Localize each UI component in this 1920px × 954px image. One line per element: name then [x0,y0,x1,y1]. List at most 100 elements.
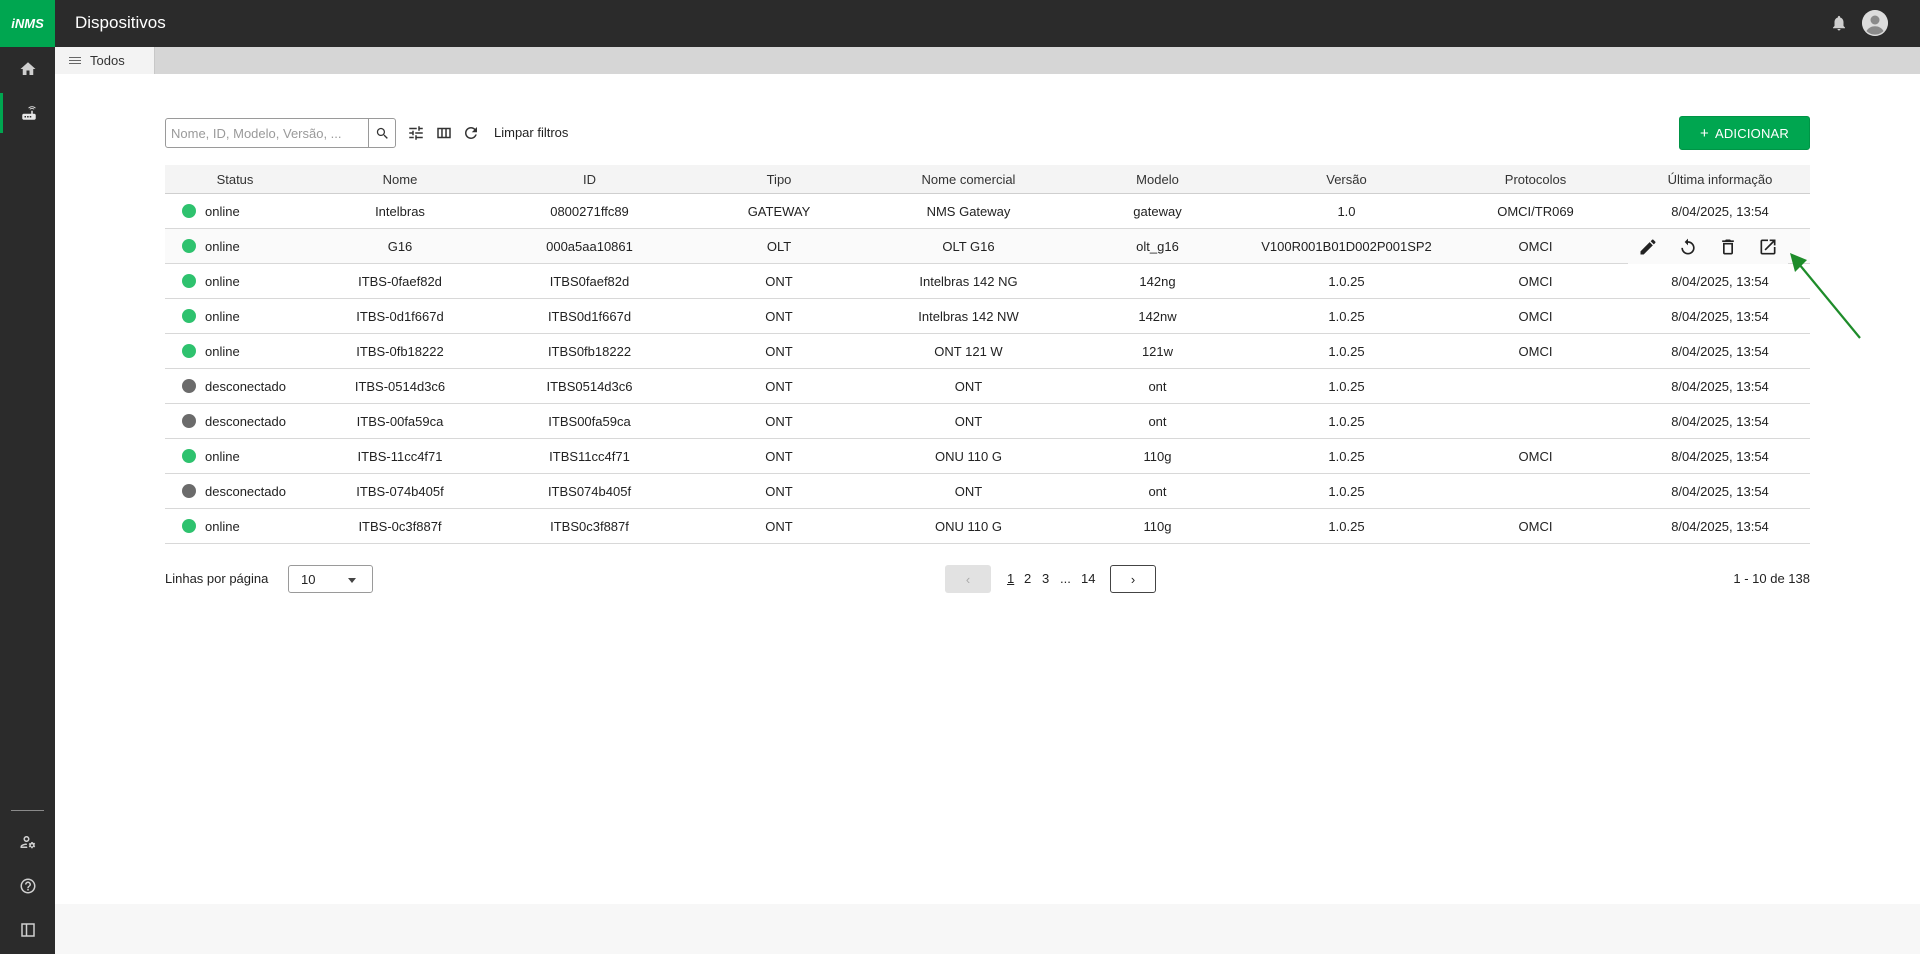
table-row[interactable]: online ITBS-0faef82d ITBS0faef82d ONT Intelb… [165,264,1810,299]
cell-ultima-informacao: 8/04/2025, 13:54 [1671,448,1769,464]
status-dot-icon [182,344,196,358]
home-icon [20,62,35,75]
cell-nome-comercial: Intelbras 142 NW [918,308,1019,324]
column-header-nome-comercial[interactable]: Nome comercial [874,165,1063,193]
add-device-button[interactable]: + ADICIONAR [1679,116,1810,150]
sidebar-item-collapse[interactable] [0,910,55,950]
cell-tipo: ONT [765,413,793,429]
column-header-status[interactable]: Status [165,165,305,193]
app-logo[interactable]: iNMS [0,0,55,47]
column-header-nome[interactable]: Nome [305,165,495,193]
cell-id: 000a5aa10861 [546,238,633,254]
column-header-tipo[interactable]: Tipo [684,165,874,193]
page-14[interactable]: 14 [1081,571,1095,586]
column-header-ultima-informacao[interactable]: Última informação [1630,165,1810,193]
cell-nome: ITBS-074b405f [356,483,444,499]
table-body: online Intelbras 0800271ffc89 GATEWAY NMS Ga… [165,194,1810,544]
table-row[interactable]: online ITBS-0c3f887f ITBS0c3f887f ONT ONU 11… [165,509,1810,544]
plus-icon: + [1700,124,1709,142]
previous-page-button[interactable]: ‹ [945,565,991,593]
status-text: online [205,273,240,289]
sidebar-item-home[interactable] [0,49,55,89]
user-avatar[interactable] [1862,10,1888,36]
refresh-icon [465,127,477,139]
cell-modelo: gateway [1133,203,1182,219]
status-text: online [205,308,240,324]
cell-id: 0800271ffc89 [550,203,629,219]
delete-button[interactable] [1717,236,1739,258]
cell-versao: 1.0 [1337,203,1356,219]
top-bar: Dispositivos [55,0,1920,47]
cell-tipo: GATEWAY [747,203,811,219]
devices-table: Status Nome ID Tipo Nome comercial Model… [165,165,1810,544]
status-dot-icon [182,484,196,498]
cell-nome: G16 [387,238,413,254]
clear-filters-link[interactable]: Limpar filtros [494,125,568,140]
cell-modelo: 142nw [1138,308,1177,324]
page-ellipsis: ... [1060,571,1071,586]
status-dot-icon [182,379,196,393]
restart-button[interactable] [1677,236,1699,258]
status-dot-icon [182,239,196,253]
cell-tipo: ONT [765,518,793,534]
page-1[interactable]: 1 [1007,571,1014,586]
cell-nome: Intelbras [375,203,425,219]
cell-nome-comercial: ONT [954,378,983,394]
table-row[interactable]: online ITBS-0fb18222 ITBS0fb18222 ONT ONT 12… [165,334,1810,369]
cell-versao: 1.0.25 [1328,483,1365,499]
table-row[interactable]: online G16 000a5aa10861 OLT OLT G16 olt_g16 V1… [165,229,1810,264]
table-row[interactable]: desconectado ITBS-0514d3c6 ITBS0514d3c6 ONT… [165,369,1810,404]
search-icon [376,127,388,139]
table-row[interactable]: online ITBS-0d1f667d ITBS0d1f667d ONT Intelb… [165,299,1810,334]
next-page-button[interactable]: › [1110,565,1156,593]
rows-per-page-label: Linhas por página [165,571,269,586]
cell-protocolos [1441,369,1630,403]
sidebar-item-help[interactable] [0,866,55,906]
tab-todos[interactable]: Todos [55,47,155,74]
search-input[interactable] [171,124,366,142]
table-row[interactable]: desconectado ITBS-00fa59ca ITBS00fa59ca ONT… [165,404,1810,439]
column-header-modelo[interactable]: Modelo [1063,165,1252,193]
status-text: online [205,448,240,464]
cell-modelo: olt_g16 [1136,238,1179,254]
page-2[interactable]: 2 [1024,571,1031,586]
restart-icon [1681,238,1695,254]
rows-per-page-select[interactable]: 10 [288,565,373,593]
sidebar-item-user-settings[interactable] [0,822,55,862]
columns-button[interactable] [435,124,453,142]
cell-ultima-informacao: 8/04/2025, 13:54 [1671,343,1769,359]
cell-tipo: ONT [765,448,793,464]
sidebar-item-devices[interactable] [0,93,55,133]
filter-button[interactable] [407,124,425,142]
tab-label: Todos [90,53,125,68]
router-icon [22,106,36,120]
table-row[interactable]: online Intelbras 0800271ffc89 GATEWAY NMS Ga… [165,194,1810,229]
refresh-button[interactable] [462,124,480,142]
pagination-range: 1 - 10 de 138 [1733,571,1810,586]
user-gear-icon [20,836,35,849]
tune-icon [409,126,423,140]
cell-versao: 1.0.25 [1328,413,1365,429]
annotation-arrow [1790,253,1861,339]
cell-tipo: ONT [765,308,793,324]
table-row[interactable]: desconectado ITBS-074b405f ITBS074b405f ONT… [165,474,1810,509]
table-row[interactable]: online ITBS-11cc4f71 ITBS11cc4f71 ONT ONU 11… [165,439,1810,474]
cell-versao: 1.0.25 [1328,308,1365,324]
cell-versao: 1.0.25 [1328,273,1365,289]
cell-nome: ITBS-0fb18222 [356,343,444,359]
user-icon [1862,10,1888,36]
cell-protocolos: OMCI/TR069 [1497,203,1574,219]
column-header-versao[interactable]: Versão [1252,165,1441,193]
edit-button[interactable] [1637,236,1659,258]
column-header-id[interactable]: ID [495,165,684,193]
notifications-button[interactable] [1830,14,1848,32]
cell-protocolos: OMCI [1518,343,1553,359]
column-header-protocolos[interactable]: Protocolos [1441,165,1630,193]
open-external-button[interactable] [1757,236,1779,258]
page-3[interactable]: 3 [1042,571,1049,586]
cell-id: ITBS0faef82d [549,273,630,289]
cell-protocolos [1441,404,1630,438]
cell-status: online [165,194,305,228]
delete-icon [1722,239,1734,254]
search-button[interactable] [368,119,395,147]
